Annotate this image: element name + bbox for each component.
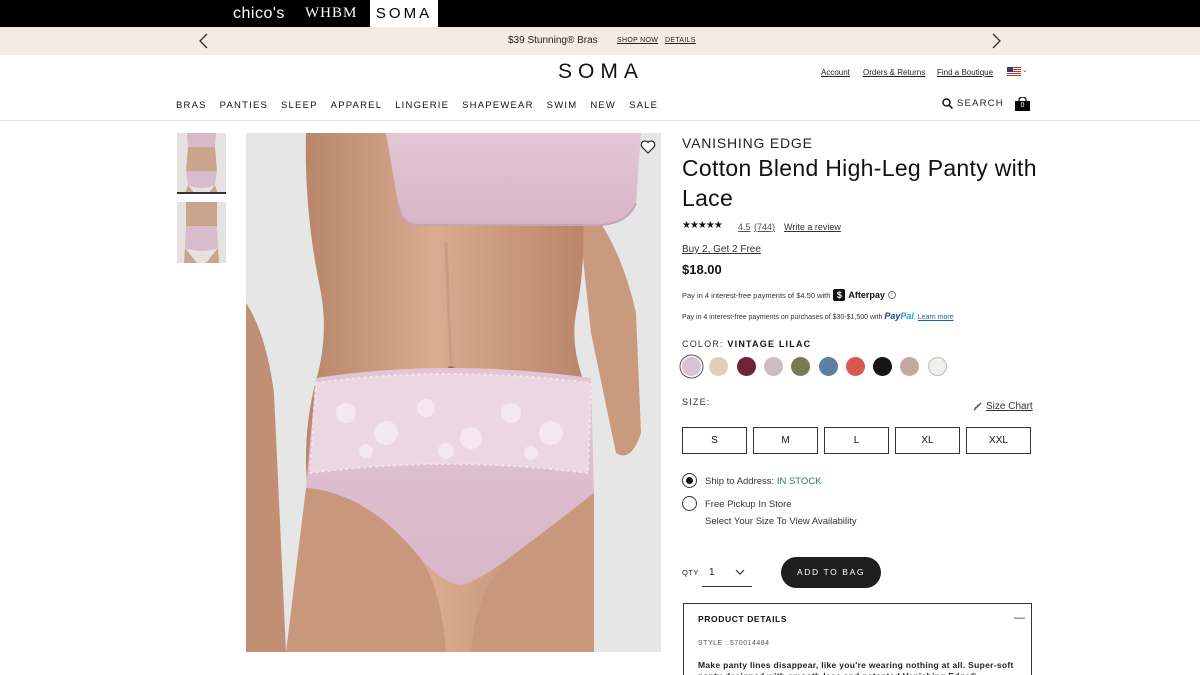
style-number: STYLE : 570014484	[698, 640, 770, 647]
search-icon	[942, 98, 953, 109]
afterpay-message: Pay in 4 interest-free payments of $4.50…	[682, 289, 896, 301]
paypal-text: Pay in 4 interest-free payments on purch…	[682, 314, 883, 321]
ship-label-text: Ship to Address:	[705, 476, 775, 487]
size-chart-link[interactable]: Size Chart	[973, 401, 1033, 412]
color-swatch[interactable]	[818, 357, 838, 376]
orders-returns-link[interactable]: Orders & Returns	[863, 68, 925, 77]
color-swatch[interactable]	[791, 357, 811, 376]
nav-item-swim[interactable]: SWIM	[547, 100, 578, 111]
ship-to-address-radio[interactable]	[682, 473, 697, 488]
chevron-right-icon[interactable]	[989, 33, 1003, 49]
rating-value[interactable]: 4.5	[738, 222, 751, 232]
nav-item-bras[interactable]: BRAS	[176, 100, 207, 111]
product-details-title[interactable]: PRODUCT DETAILS	[698, 614, 787, 624]
availability-note: Select Your Size To View Availability	[705, 516, 857, 527]
quantity-value: 1	[709, 567, 715, 578]
stock-status: IN STOCK	[776, 476, 822, 487]
paypal-message: Pay in 4 interest-free payments on purch…	[682, 311, 954, 321]
chevron-down-icon	[735, 569, 745, 575]
product-details-panel: PRODUCT DETAILS — STYLE : 570014484 Make…	[683, 603, 1032, 675]
nav-item-sleep[interactable]: SLEEP	[281, 100, 318, 111]
bag-count: 0	[1015, 101, 1030, 111]
us-flag-icon[interactable]	[1007, 67, 1021, 76]
site-logo[interactable]: SOMA	[558, 60, 644, 84]
size-chart-label: Size Chart	[986, 401, 1033, 412]
color-swatch[interactable]	[927, 357, 947, 376]
afterpay-logo-icon: $	[833, 289, 846, 301]
chevron-left-icon[interactable]	[197, 33, 211, 49]
account-link[interactable]: Account	[821, 68, 850, 77]
info-icon[interactable]: i	[887, 291, 896, 299]
color-swatch[interactable]	[900, 357, 920, 376]
collapse-toggle-icon[interactable]: —	[1014, 612, 1025, 624]
star-rating-icon[interactable]: ★★★★★	[682, 220, 723, 231]
afterpay-text: Pay in 4 interest-free payments of $4.50…	[682, 290, 831, 300]
promo-text: $39 Stunning® Bras	[508, 35, 598, 46]
shopping-bag-button[interactable]: 0	[1015, 97, 1031, 111]
product-title: Cotton Blend High-Leg Panty with Lace	[682, 155, 1037, 211]
color-swatch[interactable]	[736, 357, 756, 376]
product-thumbnail-back[interactable]	[177, 202, 226, 263]
product-collection: VANISHING EDGE	[682, 135, 813, 151]
size-label: SIZE:	[682, 397, 711, 407]
promo-offer-link[interactable]: Buy 2, Get 2 Free	[682, 244, 761, 255]
size-button-xl[interactable]: XL	[895, 427, 960, 454]
color-swatch[interactable]	[873, 357, 893, 376]
product-thumbnail-front[interactable]	[177, 133, 226, 194]
paypal-logo: PayPal	[884, 311, 914, 321]
promo-details-link[interactable]: DETAILS	[665, 37, 696, 44]
product-description: Make panty lines disappear, like you're …	[698, 660, 1014, 675]
size-button-xxl[interactable]: XXL	[966, 427, 1031, 454]
promo-bar: $39 Stunning® Bras SHOP NOW DETAILS	[0, 27, 1200, 55]
selected-color-name: VINTAGE LILAC	[727, 339, 812, 349]
heart-icon[interactable]	[640, 139, 656, 155]
paypal-learn-more-link[interactable]: Learn more	[918, 314, 954, 321]
header-divider	[0, 120, 1200, 121]
review-count[interactable]: (744)	[754, 222, 775, 232]
nav-item-panties[interactable]: PANTIES	[220, 100, 268, 111]
promo-shop-now-link[interactable]: SHOP NOW	[617, 37, 658, 44]
ship-to-address-label: Ship to Address: IN STOCK	[705, 476, 822, 487]
size-button-l[interactable]: L	[824, 427, 889, 454]
size-button-s[interactable]: S	[682, 427, 747, 454]
search-button[interactable]: SEARCH	[942, 98, 1004, 109]
write-review-link[interactable]: Write a review	[784, 222, 841, 232]
brand-link-soma[interactable]: SOMA	[370, 0, 438, 27]
color-label: COLOR: VINTAGE LILAC	[682, 339, 811, 349]
chevron-down-icon[interactable]: ⌄	[1022, 66, 1028, 74]
color-swatch[interactable]	[845, 357, 865, 376]
color-swatch[interactable]	[709, 357, 729, 376]
nav-item-new[interactable]: NEW	[590, 100, 616, 111]
nav-item-sale[interactable]: SALE	[629, 100, 658, 111]
color-swatch[interactable]	[763, 357, 783, 376]
quantity-select[interactable]: 1	[702, 559, 752, 587]
color-label-text: COLOR:	[682, 339, 724, 349]
size-button-m[interactable]: M	[753, 427, 818, 454]
main-nav: BRAS PANTIES SLEEP APPAREL LINGERIE SHAP…	[176, 100, 671, 111]
add-to-bag-button[interactable]: ADD TO BAG	[781, 557, 881, 588]
nav-item-lingerie[interactable]: LINGERIE	[395, 100, 449, 111]
paypal-logo-part-a: Pay	[884, 311, 901, 321]
search-label: SEARCH	[957, 98, 1004, 109]
qty-label: QTY	[682, 568, 699, 577]
afterpay-name: Afterpay	[848, 290, 885, 300]
paypal-logo-part-b: Pal	[900, 311, 914, 321]
brand-bar: chico's WHBM SOMA	[0, 0, 1200, 27]
color-swatch[interactable]	[682, 357, 701, 376]
find-boutique-link[interactable]: Find a Boutique	[937, 68, 993, 77]
product-main-image[interactable]	[246, 133, 661, 652]
brand-link-whbm[interactable]: WHBM	[305, 0, 357, 27]
product-price: $18.00	[682, 262, 722, 277]
pickup-in-store-label: Free Pickup In Store	[705, 499, 792, 510]
ruler-icon	[973, 402, 982, 411]
brand-link-chicos[interactable]: chico's	[233, 0, 285, 27]
pickup-in-store-radio[interactable]	[682, 496, 697, 511]
nav-item-apparel[interactable]: APPAREL	[331, 100, 383, 111]
nav-item-shapewear[interactable]: SHAPEWEAR	[462, 100, 534, 111]
